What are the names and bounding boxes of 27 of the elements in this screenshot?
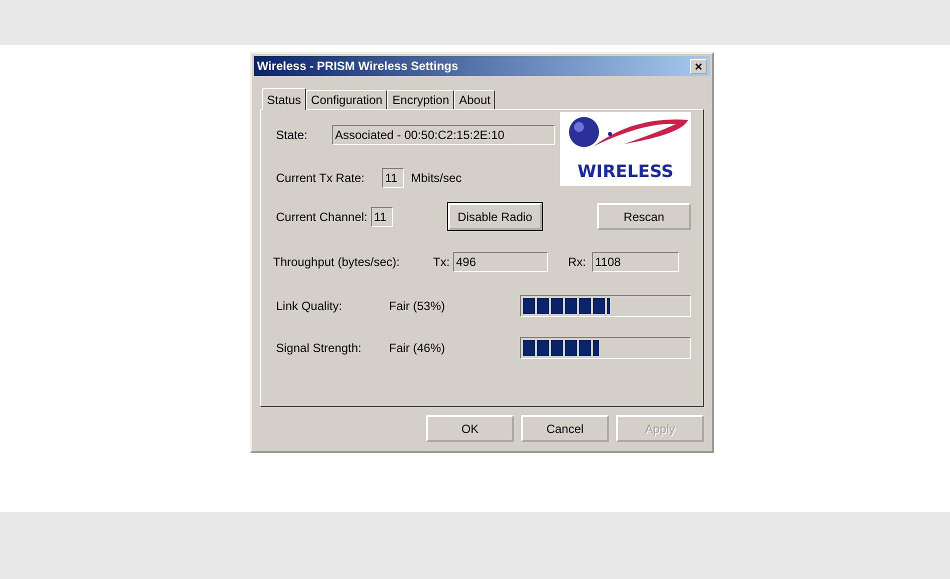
tx-label: Tx: (433, 254, 451, 268)
rescan-button[interactable]: Rescan (597, 203, 691, 230)
channel-field: 11 (371, 206, 393, 226)
tab[interactable]: About (454, 90, 496, 109)
channel-label: Current Channel: (276, 210, 368, 224)
throughput-label: Throughput (bytes/sec): (273, 254, 401, 268)
state-label: State: (276, 128, 308, 142)
state-field: Associated - 00:50:C2:15:2E:10 (332, 125, 555, 145)
tab[interactable]: Configuration (306, 90, 388, 109)
meter-label: Signal Strength: (276, 341, 362, 355)
tx-field: 496 (453, 252, 548, 272)
meter-reading: Fair (46%) (389, 341, 446, 355)
disable-radio-button[interactable]: Disable Radio (448, 203, 542, 230)
tx-rate-label: Current Tx Rate: (276, 170, 366, 184)
close-button[interactable]: × (690, 58, 707, 74)
dialog-button[interactable]: OK (426, 415, 514, 442)
tx-rate-unit: Mbits/sec (411, 170, 462, 184)
rx-label: Rx: (568, 254, 587, 268)
dialog-button[interactable]: Cancel (521, 415, 609, 442)
logo-text: WIRELESS (578, 162, 674, 182)
meter-label: Link Quality: (276, 299, 344, 313)
rx-field: 1108 (592, 252, 679, 272)
meter-reading: Fair (53%) (389, 299, 446, 313)
window-title: Wireless - PRISM Wireless Settings (257, 59, 458, 73)
tx-rate-field: 11 (382, 168, 404, 188)
tab[interactable]: Encryption (387, 90, 454, 109)
tab[interactable]: Status (262, 88, 306, 110)
